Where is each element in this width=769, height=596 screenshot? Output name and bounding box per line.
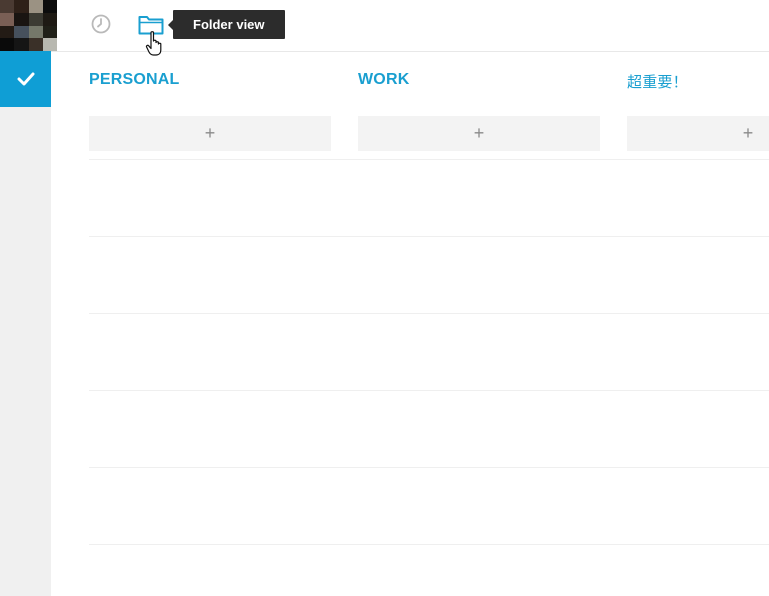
avatar-pixel: [42, 0, 57, 13]
row-divider: [89, 467, 769, 468]
avatar-pixel: [28, 0, 43, 13]
avatar-pixel: [28, 12, 43, 26]
row-divider: [89, 159, 769, 160]
add-task-button[interactable]: +: [358, 116, 600, 151]
add-task-button[interactable]: +: [89, 116, 331, 151]
folder-view-tooltip: Folder view: [168, 10, 285, 39]
list-title[interactable]: 超重要！: [627, 71, 688, 92]
add-task-button[interactable]: +: [627, 116, 769, 151]
row-divider: [89, 313, 769, 314]
board: PERSONAL + WORK + 超重要！ +: [89, 52, 769, 596]
list-title[interactable]: WORK: [358, 71, 409, 89]
avatar-pixel: [28, 25, 43, 39]
list-title[interactable]: PERSONAL: [89, 71, 180, 89]
avatar-pixel: [42, 38, 57, 51]
row-divider: [89, 236, 769, 237]
avatar-pixel: [0, 12, 15, 26]
app: Folder view PERSONAL + WORK + 超重要！ +: [0, 0, 769, 596]
clock-icon: [91, 14, 111, 34]
avatar-pixel: [14, 38, 29, 51]
sidebar-item-tasks[interactable]: [0, 51, 51, 107]
avatar-pixel: [14, 0, 29, 13]
check-icon: [17, 72, 34, 86]
toolbar: Folder view: [51, 0, 769, 56]
row-divider: [89, 544, 769, 545]
avatar-pixel: [0, 38, 15, 51]
avatar-pixel: [42, 25, 57, 39]
avatar-pixel: [28, 38, 43, 51]
clock-view-button[interactable]: [91, 14, 111, 34]
avatar[interactable]: [0, 0, 57, 51]
avatar-pixel: [0, 25, 15, 39]
avatar-pixel: [0, 0, 15, 13]
avatar-pixel: [42, 12, 57, 26]
avatar-pixel: [14, 12, 29, 26]
avatar-pixel: [14, 25, 29, 39]
row-divider: [89, 390, 769, 391]
